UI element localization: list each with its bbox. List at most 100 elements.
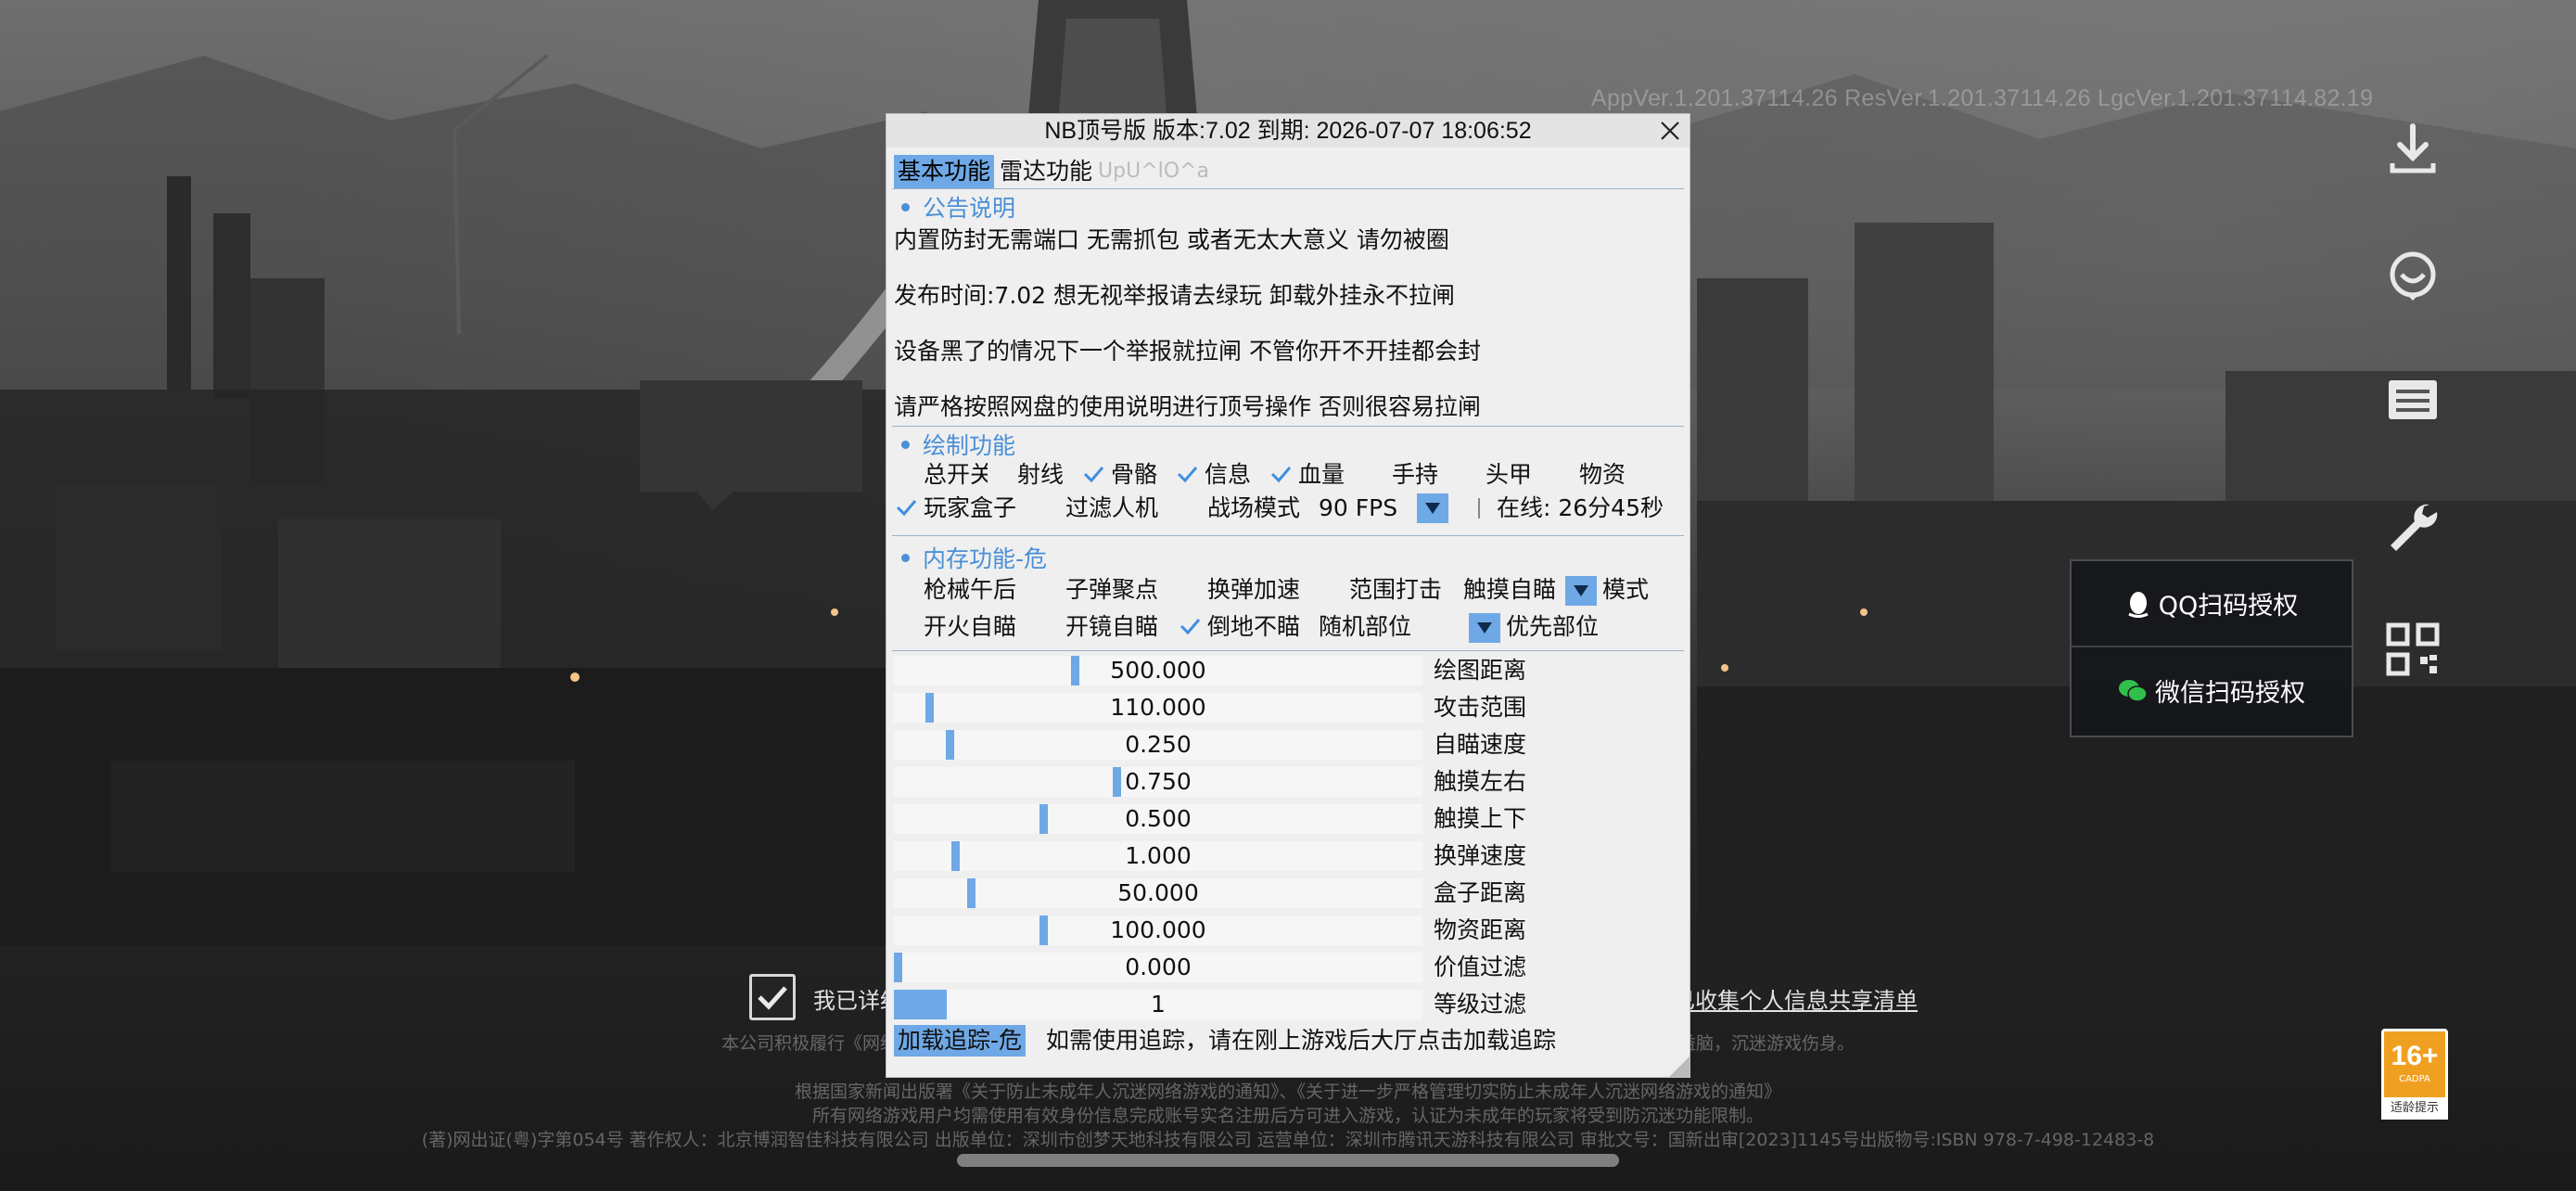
priority-part-value: 随机部位 [1319,613,1412,640]
checkbox-empty[interactable] [1178,495,1202,519]
checkbox-option[interactable]: 换弹加速 [1178,574,1300,606]
resize-grip[interactable] [1669,1057,1690,1077]
slider-row: 110.000 攻击范围 [894,691,1682,724]
footer-line-5: (著)网出证(粤)字第054号 著作权人：北京博润智佳科技有限公司 出版单位：深… [421,1130,2155,1150]
slider-value: 110.000 [1110,694,1206,721]
slider-row: 0.000 价值过滤 [894,951,1682,984]
slider-row: 0.500 触摸上下 [894,802,1682,836]
checkbox-label: 换弹加速 [1207,576,1301,603]
slider-value: 50.000 [1117,879,1199,906]
checkbox-empty[interactable] [1036,577,1060,601]
slider-row: 100.000 物资距离 [894,914,1682,947]
checkbox-empty[interactable] [1456,462,1480,486]
checkbox-option[interactable]: 头甲 [1456,459,1532,491]
checkbox-option[interactable]: 倒地不瞄 [1178,611,1300,643]
slider-label: 触摸上下 [1434,805,1527,832]
checkbox-empty[interactable] [894,614,918,638]
tab-overlay-text: UpU^lO^a [1098,160,1209,183]
fps-select[interactable]: 90 FPS [1319,493,1458,524]
close-icon[interactable] [1658,119,1682,143]
repair-wrench-icon[interactable] [2383,497,2442,557]
slider-row: 0.250 自瞄速度 [894,728,1682,762]
separator [892,535,1684,536]
checkbox-empty[interactable] [894,462,918,486]
slider-row: 1.000 换弹速度 [894,839,1682,873]
checkbox-label: 玩家盒子 [924,494,1017,521]
notice-header: 公告说明 [901,190,1015,224]
slider-label: 盒子距离 [1434,879,1527,906]
checkbox-label: 手持 [1392,461,1439,488]
checkbox-label: 枪械午后 [924,576,1017,603]
checkbox-option[interactable]: 骨骼 [1081,459,1157,491]
checkmark-icon[interactable] [1269,462,1293,486]
checkbox-empty[interactable] [894,577,918,601]
slider-label: 自瞄速度 [1434,731,1527,758]
qq-scan-auth-button[interactable]: QQ扫码授权 [2072,561,2352,647]
tab-radar[interactable]: 雷达功能 [996,155,1096,188]
slider-value: 500.000 [1110,657,1206,684]
checkbox-option[interactable]: 手持 [1362,459,1438,491]
checkbox-empty[interactable] [1320,577,1344,601]
info-share-list-link[interactable]: 已收集个人信息共享清单 [1673,982,1918,1015]
slider-row: 500.000 绘图距离 [894,654,1682,687]
qr-code-icon[interactable] [2383,620,2442,679]
checkbox-option[interactable]: 玩家盒子 [894,493,1016,524]
qq-scan-auth-label: QQ扫码授权 [2158,592,2299,621]
panel-title[interactable]: NB顶号版 版本:7.02 到期: 2026-07-07 18:06:52 [886,114,1690,147]
tab-basic[interactable]: 基本功能 [894,155,995,188]
checkbox-option[interactable]: 开火自瞄 [894,611,1016,643]
checkbox-empty[interactable] [1036,614,1060,638]
notice-line-4: 请严格按照网盘的使用说明进行顶号操作 否则很容易拉闸 [894,393,1481,420]
priority-part-dropdown-icon[interactable] [1469,613,1500,643]
checkbox-option[interactable]: 物资 [1549,459,1626,491]
checkbox-option[interactable]: 血量 [1269,459,1345,491]
checkbox-label: 射线 [1017,461,1065,488]
separator [892,426,1684,427]
checkmark-icon[interactable] [1178,614,1202,638]
checkbox-empty[interactable] [1549,462,1574,486]
announcement-icon[interactable] [2383,371,2442,430]
customer-service-icon[interactable] [2383,247,2442,306]
download-icon[interactable] [2383,119,2442,178]
checkbox-label: 范围打击 [1349,576,1443,603]
checkbox-empty[interactable] [1362,462,1386,486]
slider-value: 1.000 [1125,842,1192,869]
checkmark-icon[interactable] [1081,462,1105,486]
checkbox-option[interactable]: 射线 [988,459,1064,491]
checkbox-label: 子弹聚点 [1065,576,1159,603]
checkbox-empty[interactable] [1178,577,1202,601]
draw-header: 绘制功能 [901,428,1015,461]
dropdown-arrow-icon[interactable] [1417,493,1448,523]
checkbox-option[interactable]: 信息 [1175,459,1251,491]
slider-row: 0.750 触摸左右 [894,765,1682,799]
checkbox-label: 头甲 [1486,461,1533,488]
wechat-scan-auth-button[interactable]: 微信扫码授权 [2072,647,2352,734]
checkbox-option[interactable]: 过滤人机 [1036,493,1158,524]
checkbox-option[interactable]: 范围打击 [1320,574,1442,606]
slider-label: 换弹速度 [1434,842,1527,869]
home-indicator[interactable] [957,1154,1619,1167]
checkbox-empty[interactable] [1036,495,1060,519]
checkbox-option[interactable]: 枪械午后 [894,574,1016,606]
slider-row: 50.000 盒子距离 [894,877,1682,910]
checkbox-empty[interactable] [988,462,1012,486]
aim-mode-label: 模式 [1602,576,1650,603]
online-time: 在线: 26分45秒 [1497,494,1664,521]
separator [892,650,1684,651]
agreement-checkbox[interactable] [749,974,796,1020]
checkbox-label: 骨骼 [1111,461,1158,488]
auth-panel: QQ扫码授权 微信扫码授权 [2070,559,2353,737]
checkmark-icon[interactable] [894,495,918,519]
checkmark-icon[interactable] [1175,462,1199,486]
checkbox-option[interactable]: 总开关 [894,459,993,491]
checkbox-option[interactable]: 战场模式 [1178,493,1300,524]
aim-mode-dropdown-icon[interactable] [1565,576,1597,606]
slider-label: 价值过滤 [1434,954,1527,980]
checkbox-option[interactable]: 开镜自瞄 [1036,611,1158,643]
version-text: AppVer.1.201.37114.26 ResVer.1.201.37114… [1591,85,2374,111]
slider-value: 0.000 [1125,954,1192,980]
checkbox-option[interactable]: 子弹聚点 [1036,574,1158,606]
load-tracking-button[interactable]: 加载追踪-危 [894,1025,1027,1057]
tracking-note: 如需使用追踪，请在刚上游戏后大厅点击加载追踪 [1046,1027,1557,1054]
slider-label: 绘图距离 [1434,657,1527,684]
